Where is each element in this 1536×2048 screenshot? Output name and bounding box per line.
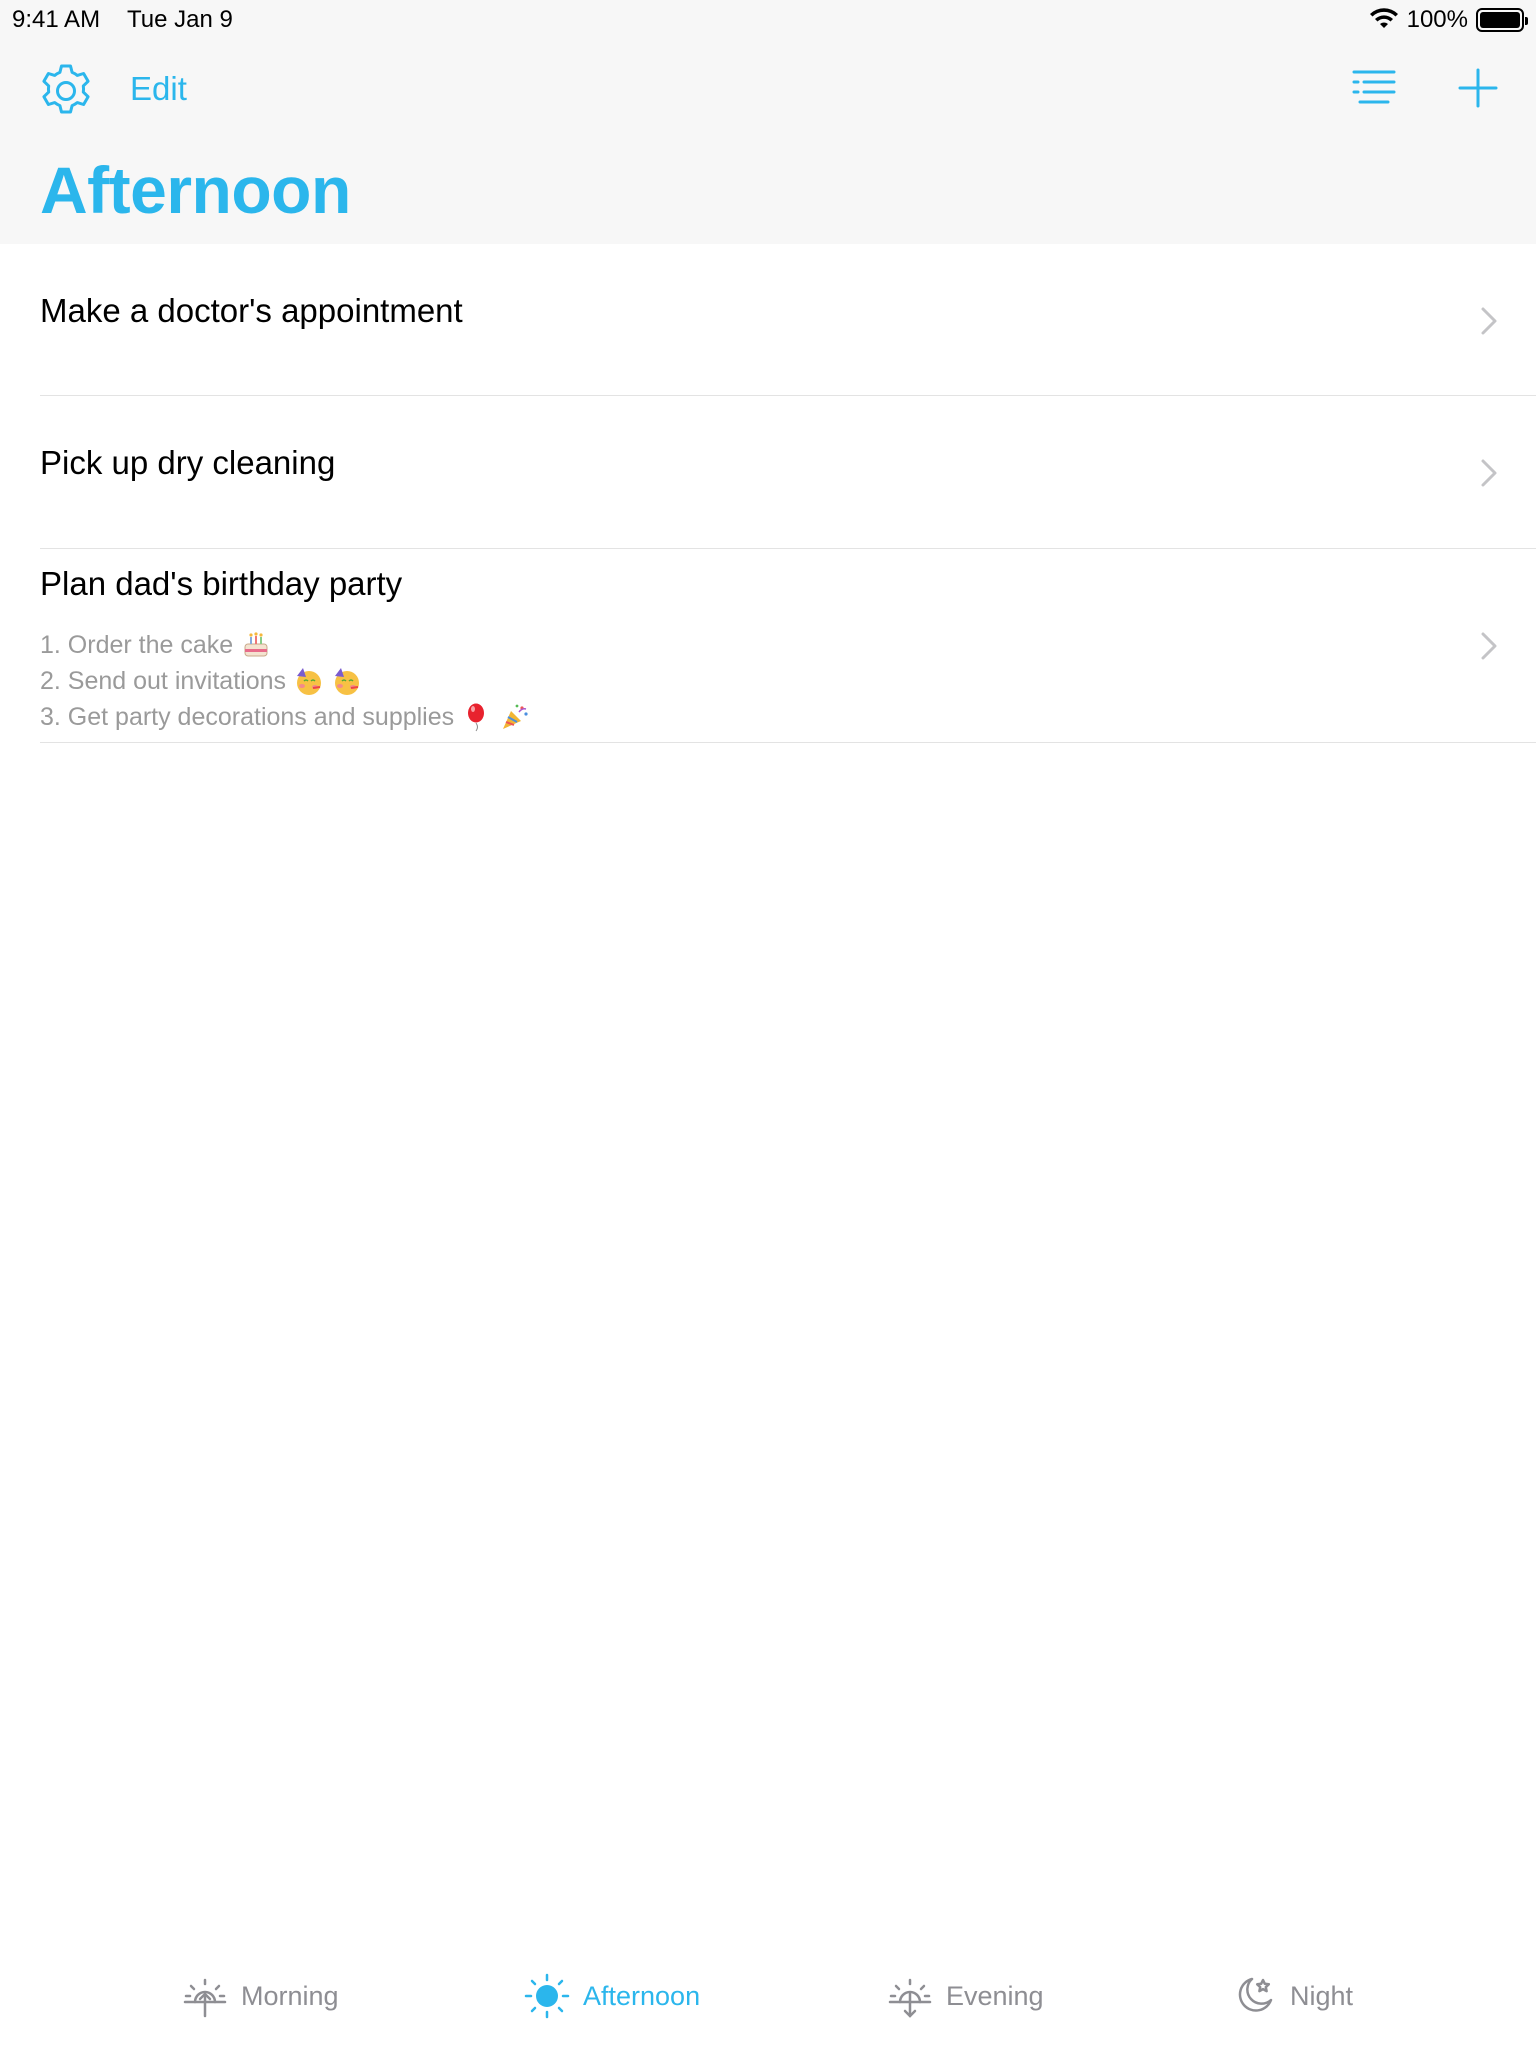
status-bar: 9:41 AM Tue Jan 9 100% (0, 0, 1536, 40)
task-row[interactable]: Make a doctor's appointment (40, 244, 1536, 396)
battery-fill (1480, 12, 1520, 28)
edit-button[interactable]: Edit (130, 70, 187, 108)
chevron-right-icon (1481, 307, 1497, 335)
birthday-cake-emoji (244, 632, 268, 657)
task-row[interactable]: Plan dad's birthday party 1. Order the c… (40, 549, 1536, 743)
wifi-icon (1369, 8, 1398, 28)
tab-night[interactable]: Night (1230, 1972, 1353, 2020)
navigation-bar: Edit Afternoon (0, 40, 1536, 244)
note-line: 2. Send out invitations (40, 663, 530, 699)
status-time: 9:41 AM (12, 6, 101, 33)
plus-icon (1458, 68, 1498, 108)
task-list: Make a doctor's appointment Pick up dry … (0, 244, 1536, 743)
tab-label: Afternoon (583, 1980, 701, 2011)
add-button[interactable] (1456, 66, 1500, 110)
tab-afternoon[interactable]: Afternoon (523, 1972, 700, 2020)
task-title: Pick up dry cleaning (40, 444, 336, 481)
balloon-emoji (468, 703, 485, 732)
task-notes: 1. Order the cake 2. Send out invitation… (40, 627, 530, 735)
moon-star-icon (1238, 1977, 1273, 2012)
chevron-right-icon (1481, 459, 1497, 487)
battery-cap (1525, 17, 1528, 25)
tab-label: Morning (241, 1980, 339, 2011)
note-text: 2. Send out invitations (40, 667, 286, 695)
battery-icon (1476, 8, 1528, 32)
sunrise-icon (183, 1978, 227, 2018)
tab-morning[interactable]: Morning (181, 1972, 339, 2020)
page-title: Afternoon (40, 153, 351, 227)
sort-button[interactable] (1350, 68, 1398, 108)
task-row[interactable]: Pick up dry cleaning (40, 396, 1536, 549)
partying-face-emoji (335, 668, 359, 695)
note-text: 1. Order the cake (40, 631, 234, 659)
gear-icon (42, 64, 90, 114)
task-title: Make a doctor's appointment (40, 292, 463, 329)
tab-bar: Morning Afternoon Evening Night (0, 1948, 1536, 2048)
sun-icon (524, 1973, 570, 2019)
note-line: 3. Get party decorations and supplies (40, 699, 530, 735)
sunset-icon (888, 1978, 932, 2018)
tab-evening[interactable]: Evening (886, 1972, 1044, 2020)
task-title: Plan dad's birthday party (40, 565, 403, 602)
status-date: Tue Jan 9 (127, 6, 233, 33)
partying-face-emoji (297, 668, 321, 695)
tab-label: Evening (946, 1980, 1044, 2011)
tab-label: Night (1290, 1980, 1354, 2011)
battery-percent: 100% (1406, 6, 1468, 33)
chevron-right-icon (1481, 632, 1497, 660)
party-popper-emoji (503, 704, 528, 729)
note-text: 3. Get party decorations and supplies (40, 703, 455, 731)
note-line: 1. Order the cake (40, 627, 530, 663)
status-indicators: 100% (1369, 6, 1528, 34)
settings-button[interactable] (37, 62, 95, 120)
list-icon (1352, 70, 1396, 104)
